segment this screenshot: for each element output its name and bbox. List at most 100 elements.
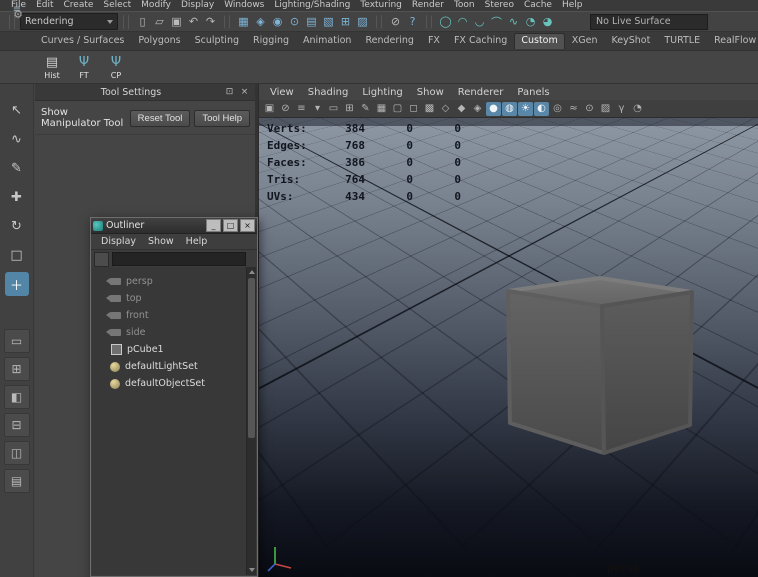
menu-item[interactable]: Select (98, 0, 136, 11)
textured-display-icon[interactable]: ◍ (502, 102, 517, 116)
redo-icon[interactable]: ↷ (202, 13, 219, 30)
lock-selection-icon[interactable]: ⊘ (387, 13, 404, 30)
viewport-menu-item[interactable]: Show (410, 87, 451, 98)
current-tool-slot[interactable]: ＋ (5, 272, 29, 296)
film-gate-icon[interactable]: ▢ (390, 102, 405, 116)
menu-item[interactable]: Modify (136, 0, 176, 11)
scrollbar-thumb[interactable] (248, 278, 255, 438)
menu-item[interactable]: Toon (449, 0, 480, 11)
minimize-button[interactable]: _ (206, 219, 221, 232)
edge-snap-icon[interactable]: ⌒ (488, 13, 505, 30)
select-tool[interactable]: ↖ (5, 98, 29, 122)
reset-tool-button[interactable]: Reset Tool (130, 110, 191, 127)
make-object-live-icon[interactable]: ▧ (320, 13, 337, 30)
new-scene-icon[interactable]: ▯ (134, 13, 151, 30)
shaded-display-icon[interactable]: ● (486, 102, 501, 116)
menu-item[interactable]: Stereo (480, 0, 519, 11)
close-button[interactable]: × (240, 219, 255, 232)
shelf-tab[interactable]: RealFlow (707, 33, 758, 49)
menu-item[interactable]: Display (176, 0, 219, 11)
outliner-item-front[interactable]: front (92, 307, 247, 324)
shelf-tab[interactable]: FX (421, 33, 447, 49)
shelf-tab[interactable]: TURTLE (657, 33, 707, 49)
shelf-editor-gear-icon[interactable]: ⚙ (10, 6, 26, 22)
shelf-tab[interactable]: Rigging (246, 33, 296, 49)
menu-item[interactable]: Cache (519, 0, 557, 11)
isolate-select-icon[interactable]: ⊙ (582, 102, 597, 116)
gamma-correction-icon[interactable]: γ (614, 102, 629, 116)
tool-help-button[interactable]: Tool Help (194, 110, 250, 127)
exposure-icon[interactable]: ◔ (630, 102, 645, 116)
maximize-button[interactable]: □ (223, 219, 238, 232)
resolution-gate-icon[interactable]: ◻ (406, 102, 421, 116)
use-all-lights-icon[interactable]: ☀ (518, 102, 533, 116)
shelf-tab[interactable]: Curves / Surfaces (34, 33, 131, 49)
outliner-scrollbar[interactable] (246, 267, 256, 575)
discrete-snap-icon[interactable]: ▨ (354, 13, 371, 30)
menu-item[interactable]: Lighting/Shading (269, 0, 355, 11)
two-pane-side-layout-button[interactable]: ◧ (4, 385, 30, 409)
outliner-item-pcube1[interactable]: pCube1 (92, 341, 247, 358)
close-panel-icon[interactable]: × (238, 86, 251, 98)
outliner-menu-item[interactable]: Help (180, 236, 214, 247)
xray-icon[interactable]: ▨ (598, 102, 613, 116)
save-scene-icon[interactable]: ▣ (168, 13, 185, 30)
single-pane-layout-button[interactable]: ▭ (4, 329, 30, 353)
snap-to-grid-icon[interactable]: ▦ (235, 13, 252, 30)
toolbar-separator[interactable] (426, 15, 432, 29)
uv-snap-icon[interactable]: ∿ (505, 13, 522, 30)
snap-to-point-icon[interactable]: ◉ (269, 13, 286, 30)
outliner-persp-layout-button[interactable]: ▤ (4, 469, 30, 493)
outliner-menu-item[interactable]: Display (95, 236, 142, 247)
viewport-menu-item[interactable]: Renderer (451, 87, 511, 98)
shelf-tab[interactable]: Polygons (131, 33, 187, 49)
screen-space-ao-icon[interactable]: ◎ (550, 102, 565, 116)
surface-snap-icon[interactable]: ◡ (471, 13, 488, 30)
three-pane-layout-button[interactable]: ◫ (4, 441, 30, 465)
outliner-title-bar[interactable]: Outliner _□× (91, 218, 257, 234)
image-plane-icon[interactable]: ▭ (326, 102, 341, 116)
menu-item[interactable]: Render (407, 0, 449, 11)
outliner-item-defaultlightset[interactable]: defaultLightSet (92, 358, 247, 375)
shelf-tab[interactable]: XGen (565, 33, 605, 49)
viewport-menu-item[interactable]: Shading (301, 87, 356, 98)
shelf-tab[interactable]: Animation (296, 33, 358, 49)
toolbar-separator[interactable] (376, 15, 382, 29)
four-pane-layout-button[interactable]: ⊞ (4, 357, 30, 381)
safe-action-icon[interactable]: ◆ (454, 102, 469, 116)
shelf-tab[interactable]: Custom (514, 33, 564, 49)
scrollbar-down-arrow-icon[interactable] (247, 565, 256, 575)
toolbar-grip[interactable] (123, 15, 129, 29)
snap-together-icon[interactable]: ⊞ (337, 13, 354, 30)
live-surface-field[interactable]: No Live Surface (590, 14, 708, 30)
shelf-item-hist[interactable]: ▤ Hist (38, 55, 66, 80)
viewport-canvas[interactable]: Verts: 384 0 0 Edges: 768 0 0 Faces: (259, 118, 758, 577)
scale-tool[interactable]: □ (5, 243, 29, 267)
outliner-search-input[interactable] (112, 252, 246, 266)
lasso-select-tool[interactable]: ∿ (5, 127, 29, 151)
bookmarks-icon[interactable]: ▾ (310, 102, 325, 116)
two-pane-stacked-layout-button[interactable]: ⊟ (4, 413, 30, 437)
shelf-tab[interactable]: Sculpting (188, 33, 246, 49)
snap-to-projected-center-icon[interactable]: ⊙ (286, 13, 303, 30)
motion-blur-icon[interactable]: ≈ (566, 102, 581, 116)
paint-selection-tool[interactable]: ✎ (5, 156, 29, 180)
shelf-tab[interactable]: Rendering (358, 33, 421, 49)
float-panel-icon[interactable]: ⊡ (223, 86, 236, 98)
outliner-item-defaultobjectset[interactable]: defaultObjectSet (92, 375, 247, 392)
render-current-frame-icon[interactable]: ◔ (522, 13, 539, 30)
2d-pan-zoom-icon[interactable]: ⊞ (342, 102, 357, 116)
shelf-tab[interactable]: FX Caching (447, 33, 514, 49)
undo-icon[interactable]: ↶ (185, 13, 202, 30)
snap-to-curve-icon[interactable]: ◈ (252, 13, 269, 30)
grease-pencil-icon[interactable]: ✎ (358, 102, 373, 116)
toolbar-separator[interactable] (224, 15, 230, 29)
menu-item[interactable]: Create (59, 0, 99, 11)
viewport-menu-item[interactable]: Lighting (355, 87, 409, 98)
menu-item[interactable]: Edit (31, 0, 58, 11)
gate-mask-icon[interactable]: ▩ (422, 102, 437, 116)
outliner-item-top[interactable]: top (92, 290, 247, 307)
shadows-icon[interactable]: ◐ (534, 102, 549, 116)
rotate-tool[interactable]: ↻ (5, 214, 29, 238)
quick-help-icon[interactable]: ? (404, 13, 421, 30)
